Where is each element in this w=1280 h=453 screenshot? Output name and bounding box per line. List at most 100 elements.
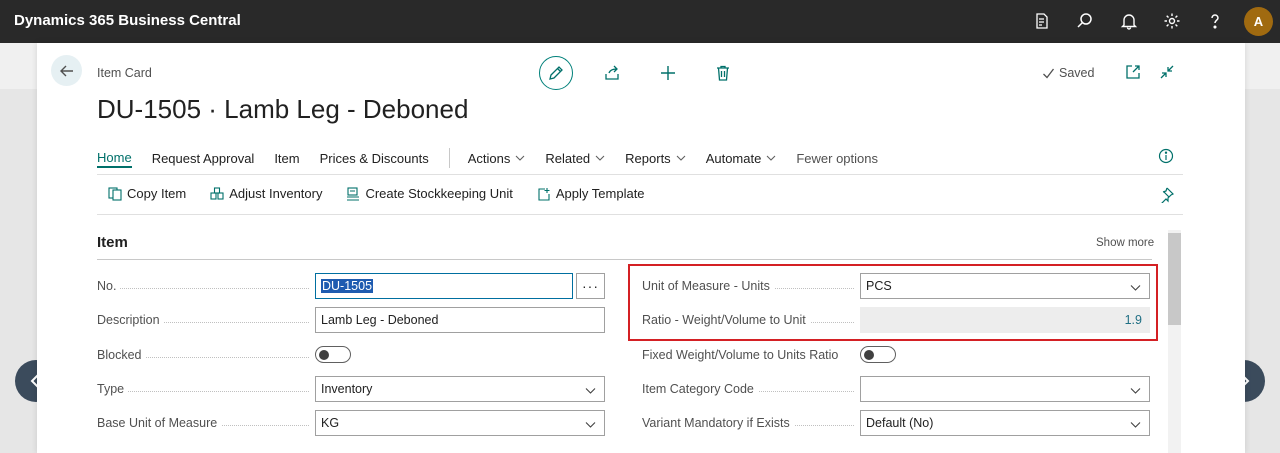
menu-item[interactable]: Item bbox=[274, 151, 299, 166]
base-uom-value: KG bbox=[321, 416, 340, 430]
app-bar: Dynamics 365 Business Central A bbox=[0, 0, 1280, 43]
menu-reports[interactable]: Reports bbox=[625, 151, 686, 166]
copy-item-button[interactable]: Copy Item bbox=[108, 186, 186, 201]
apply-template-button[interactable]: Apply Template bbox=[537, 186, 645, 201]
info-icon bbox=[1158, 148, 1174, 164]
no-assist-button[interactable]: ··· bbox=[576, 273, 605, 299]
create-stockkeeping-unit-label: Create Stockkeeping Unit bbox=[365, 186, 513, 201]
chevron-down-icon bbox=[676, 155, 686, 161]
plus-icon bbox=[661, 66, 675, 80]
blocked-label: Blocked bbox=[97, 348, 309, 362]
no-input[interactable]: DU-1505 bbox=[315, 273, 573, 299]
toggle-knob bbox=[319, 349, 329, 360]
pin-icon bbox=[1161, 187, 1174, 203]
menu-related-label: Related bbox=[545, 150, 591, 166]
description-value: Lamb Leg - Deboned bbox=[321, 313, 439, 327]
action-menu: Home Request Approval Item Prices & Disc… bbox=[97, 148, 898, 168]
menu-home[interactable]: Home bbox=[97, 150, 132, 168]
page-title: DU-1505 · Lamb Leg - Deboned bbox=[97, 94, 469, 124]
chevron-down-icon bbox=[585, 422, 596, 428]
scrollbar-thumb[interactable] bbox=[1168, 233, 1181, 325]
saved-status: Saved bbox=[1042, 66, 1094, 80]
item-category-label: Item Category Code bbox=[642, 382, 854, 396]
avatar[interactable]: A bbox=[1244, 7, 1273, 36]
ellipsis-icon: ··· bbox=[582, 278, 599, 294]
help-icon[interactable] bbox=[1204, 10, 1226, 32]
menu-actions-label: Actions bbox=[467, 150, 511, 166]
section-divider bbox=[97, 259, 1152, 260]
no-label: No. bbox=[97, 279, 309, 293]
saved-label: Saved bbox=[1059, 66, 1095, 80]
edit-button[interactable] bbox=[539, 56, 573, 90]
fixed-weight-toggle[interactable] bbox=[860, 346, 896, 363]
menu-related[interactable]: Related bbox=[545, 151, 605, 166]
base-uom-label: Base Unit of Measure bbox=[97, 416, 309, 430]
type-select[interactable]: Inventory bbox=[315, 376, 605, 402]
search-icon[interactable] bbox=[1074, 10, 1096, 32]
share-icon bbox=[605, 65, 619, 80]
variant-mandatory-label: Variant Mandatory if Exists bbox=[642, 416, 854, 430]
menu-prices-discounts[interactable]: Prices & Discounts bbox=[320, 151, 429, 166]
open-in-new-icon bbox=[1126, 65, 1140, 79]
label-leader bbox=[97, 391, 309, 392]
menu-request-approval[interactable]: Request Approval bbox=[152, 151, 255, 166]
gear-icon[interactable] bbox=[1161, 10, 1183, 32]
chevron-down-icon bbox=[515, 155, 525, 161]
copy-icon bbox=[108, 186, 122, 201]
page-caption: Item Card bbox=[97, 66, 152, 80]
type-value: Inventory bbox=[321, 382, 373, 396]
base-uom-select[interactable]: KG bbox=[315, 410, 605, 436]
adjust-inventory-label: Adjust Inventory bbox=[229, 186, 323, 201]
bell-icon[interactable] bbox=[1118, 10, 1140, 32]
fixed-weight-label: Fixed Weight/Volume to Units Ratio bbox=[642, 348, 854, 362]
description-input[interactable]: Lamb Leg - Deboned bbox=[315, 307, 605, 333]
type-label: Type bbox=[97, 382, 309, 396]
menu-divider bbox=[97, 174, 1183, 175]
pin-action-bar-button[interactable] bbox=[1158, 187, 1174, 203]
show-more-link[interactable]: Show more bbox=[1096, 237, 1154, 249]
promoted-actions: Copy Item Adjust Inventory Create Stockk… bbox=[108, 186, 669, 201]
menu-automate[interactable]: Automate bbox=[706, 151, 777, 166]
annotation-highlight bbox=[628, 264, 1158, 341]
info-button[interactable] bbox=[1158, 148, 1174, 164]
variant-mandatory-value: Default (No) bbox=[866, 416, 934, 430]
toggle-knob bbox=[864, 349, 874, 360]
delete-button[interactable] bbox=[713, 63, 733, 83]
chevron-down-icon bbox=[766, 155, 776, 161]
chevron-down-icon bbox=[585, 388, 596, 394]
apply-template-label: Apply Template bbox=[555, 186, 645, 201]
pencil-icon bbox=[549, 66, 563, 80]
template-icon bbox=[538, 187, 550, 201]
share-button[interactable] bbox=[602, 63, 622, 83]
create-stockkeeping-unit-button[interactable]: Create Stockkeeping Unit bbox=[346, 186, 513, 201]
checkmark-icon bbox=[1043, 68, 1055, 78]
new-button[interactable] bbox=[658, 63, 678, 83]
arrow-left-icon bbox=[59, 65, 73, 76]
blocked-toggle[interactable] bbox=[315, 346, 351, 363]
back-button[interactable] bbox=[51, 55, 82, 86]
app-title: Dynamics 365 Business Central bbox=[14, 12, 241, 29]
chevron-down-icon bbox=[1130, 422, 1141, 428]
open-new-window-button[interactable] bbox=[1124, 63, 1142, 81]
menu-automate-label: Automate bbox=[705, 150, 762, 166]
inventory-icon bbox=[210, 186, 224, 200]
collapse-icon bbox=[1160, 65, 1174, 79]
menu-fewer-options[interactable]: Fewer options bbox=[796, 151, 878, 166]
document-search-icon[interactable] bbox=[1031, 10, 1053, 32]
chevron-down-icon bbox=[1130, 388, 1141, 394]
chevron-down-icon bbox=[595, 155, 605, 161]
label-leader bbox=[97, 288, 309, 289]
stockkeeping-icon bbox=[347, 186, 360, 201]
section-title: Item bbox=[97, 234, 128, 251]
actions-divider bbox=[97, 214, 1183, 215]
variant-mandatory-select[interactable]: Default (No) bbox=[860, 410, 1150, 436]
menu-separator bbox=[448, 148, 450, 168]
collapse-button[interactable] bbox=[1158, 63, 1176, 81]
no-value: DU-1505 bbox=[321, 279, 374, 293]
item-category-select[interactable] bbox=[860, 376, 1150, 402]
menu-reports-label: Reports bbox=[625, 150, 671, 166]
description-label: Description bbox=[97, 313, 309, 327]
adjust-inventory-button[interactable]: Adjust Inventory bbox=[210, 186, 322, 201]
menu-actions[interactable]: Actions bbox=[468, 151, 526, 166]
copy-item-label: Copy Item bbox=[127, 186, 187, 201]
